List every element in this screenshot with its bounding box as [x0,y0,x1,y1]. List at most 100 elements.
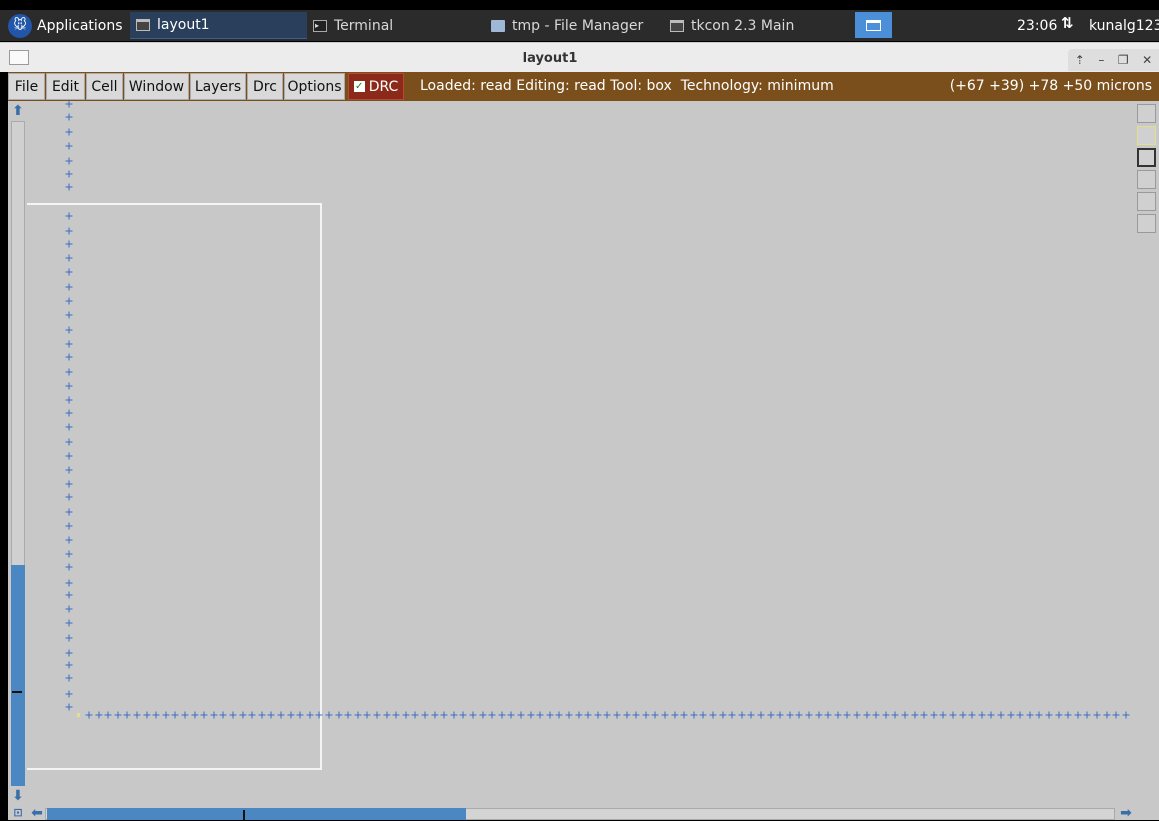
task-label: layout1 [157,17,210,33]
grid-cross [65,368,73,376]
grid-cross [1016,711,1024,719]
tool-button[interactable] [1137,126,1156,145]
grid-cross [795,711,803,719]
grid-cross [65,183,73,191]
grid-cross [911,711,919,719]
scroll-up-arrow-icon[interactable]: ⬆ [10,103,26,119]
taskbar: 🐭 Applications layout1 ▸ Terminal tmp - … [0,0,1159,42]
grid-cross [65,438,73,446]
grid-cross [834,711,842,719]
grid-cross [65,649,73,657]
grid-cross [488,711,496,719]
clock[interactable]: 23:06 [1017,12,1057,39]
grid-cross [65,591,73,599]
grid-cross [65,311,73,319]
grid-cross [411,711,419,719]
grid-cross [594,711,602,719]
menu-bar: File Edit Cell Window Layers Drc Options… [8,72,1159,101]
grid-cross [747,711,755,719]
grid-crosses [65,101,1130,719]
grid-cross [431,711,439,719]
scroll-left-arrow-icon[interactable]: ⬅ [29,805,45,821]
menu-window[interactable]: Window [124,73,189,100]
horizontal-scroll-thumb[interactable] [47,808,466,820]
xfce-logo-icon: 🐭 [8,13,32,38]
terminal-icon: ▸ [313,19,327,32]
grid-cross [997,711,1005,719]
grid-cross [65,212,73,220]
grid-cross [65,157,73,165]
grid-cross [95,711,103,719]
task-label: tkcon 2.3 Main [691,17,795,34]
tool-button[interactable] [1137,214,1156,233]
cursor-coordinates: (+67 +39) +78 +50 microns [949,78,1152,94]
task-tkcon[interactable]: tkcon 2.3 Main [664,12,841,39]
menu-options[interactable]: Options [284,73,345,100]
grid-cross [632,711,640,719]
user-name[interactable]: kunalg123 [1089,12,1159,39]
vertical-scrollbar[interactable]: ⬆ ⬇ [8,101,26,807]
grid-cross [728,711,736,719]
grid-cross [152,711,160,719]
network-arrows-icon[interactable]: ⇅ [1061,14,1074,32]
grid-cross [613,711,621,719]
scroll-down-arrow-icon[interactable]: ⬇ [10,788,26,804]
grid-cross [949,711,957,719]
grid-cross [459,711,467,719]
menu-cell[interactable]: Cell [86,73,123,100]
grid-cross [1007,711,1015,719]
grid-cross [843,711,851,719]
grid-cross [815,711,823,719]
restore-icon[interactable]: ❐ [1118,53,1129,67]
grid-cross [853,711,861,719]
up-arrow-icon[interactable]: ⇡ [1075,53,1085,67]
horizontal-scrollbar[interactable]: ⊡ ⬅ ➡ [8,805,1159,821]
scroll-right-arrow-icon[interactable]: ➡ [1118,805,1134,821]
grid-cross [450,711,458,719]
grid-cross [65,423,73,431]
task-file-manager[interactable]: tmp - File Manager [485,12,662,39]
grid-cross [1122,711,1130,719]
grid-cross [1103,711,1111,719]
grid-cross [872,711,880,719]
menu-edit[interactable]: Edit [46,73,85,100]
vertical-scroll-thumb[interactable] [11,565,25,786]
grid-cross [65,661,73,669]
tool-button[interactable] [1137,170,1156,189]
window-titlebar[interactable]: layout1 ⇡ – ❐ ✕ [0,42,1159,72]
zoom-box-icon[interactable]: ⊡ [10,805,26,821]
workspace-switcher-button[interactable] [855,12,892,38]
grid-cross [1045,711,1053,719]
grid-cross [267,711,275,719]
tool-button[interactable] [1137,104,1156,123]
grid-cross [335,711,343,719]
origin-marker [77,713,80,717]
grid-cross [642,711,650,719]
grid-cross [575,711,583,719]
menu-layers[interactable]: Layers [190,73,246,100]
grid-cross [325,711,333,719]
grid-cross [65,493,73,501]
task-terminal[interactable]: ▸ Terminal [307,12,483,39]
grid-cross [114,711,122,719]
tool-button[interactable] [1137,148,1156,167]
minimize-icon[interactable]: – [1098,53,1104,67]
layout-canvas[interactable] [27,101,1136,807]
grid-cross [584,711,592,719]
menu-drc[interactable]: Drc [247,73,283,100]
grid-cross [901,711,909,719]
grid-cross [987,711,995,719]
grid-cross [65,409,73,417]
grid-cross [123,711,131,719]
close-icon[interactable]: ✕ [1142,53,1152,67]
applications-menu-button[interactable]: 🐭 Applications [8,12,123,39]
tool-button[interactable] [1137,192,1156,211]
drc-toggle[interactable]: ✓ DRC [348,73,404,100]
task-layout1[interactable]: layout1 [130,12,307,39]
menu-file[interactable]: File [8,73,45,100]
grid-cross [133,711,141,719]
folder-icon [491,19,505,32]
grid-cross [978,711,986,719]
grid-cross [306,711,314,719]
grid-cross [671,711,679,719]
